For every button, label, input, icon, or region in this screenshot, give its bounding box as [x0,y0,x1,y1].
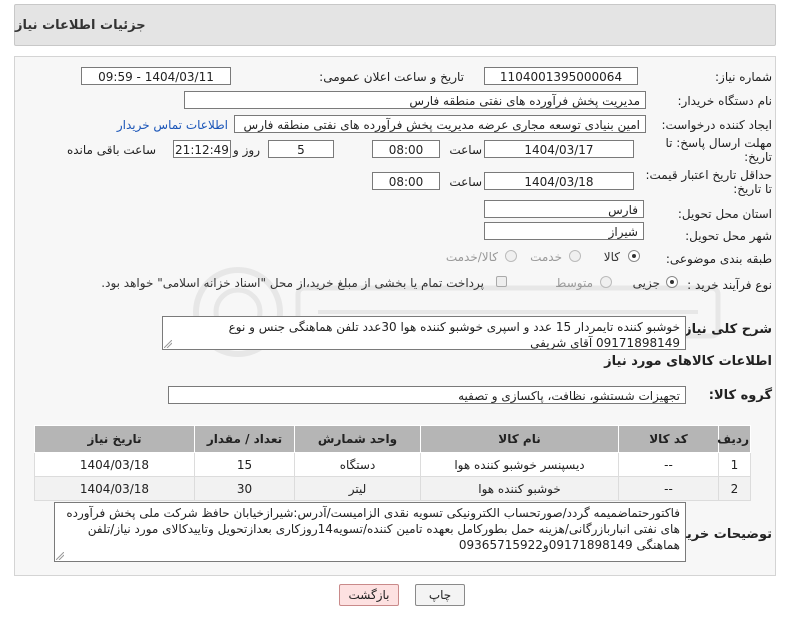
need-number-field[interactable]: 1104001395000064 [484,67,638,85]
col-header-item-code: کد کالا [618,425,719,453]
province-field[interactable]: فارس [484,200,644,218]
category-option-goods-service: کالا/خدمت [445,250,498,264]
remaining-time-field[interactable]: 21:12:49 [173,140,231,158]
announce-datetime-field[interactable]: 1404/03/11 - 09:59 [81,67,231,85]
cell-quantity: 15 [194,452,295,477]
cell-need-date: 1404/03/18 [34,452,195,477]
purchase-option-minor: جزیی [632,276,660,290]
purchase-type-label: نوع فرآیند خرید : [687,278,772,292]
category-option-service: خدمت [530,250,562,264]
purchase-option-medium: متوسط [555,276,593,290]
announce-datetime-label: تاریخ و ساعت اعلان عمومی: [319,70,464,84]
requester-label: ایجاد کننده درخواست: [661,118,772,132]
cell-item-code: -- [618,476,719,501]
cell-unit: دستگاه [294,452,421,477]
requester-field[interactable]: امین بنیادی توسعه مجاری عرضه مدیریت پخش … [234,115,646,133]
reply-deadline-date-field[interactable]: 1404/03/17 [484,140,634,158]
category-label: طبقه بندی موضوعی: [665,252,772,266]
city-label: شهر محل تحویل: [685,229,772,243]
goods-table: ردیف کد کالا نام کالا واحد شمارش تعداد /… [34,425,751,501]
back-button[interactable]: بازگشت [339,584,399,606]
cell-item-name: خوشبو کننده هوا [420,476,619,501]
goods-group-label: گروه کالا: [708,388,772,403]
purchase-radio-minor[interactable] [666,276,678,288]
price-validity-date-field[interactable]: 1404/03/18 [484,172,634,190]
overall-desc-label: شرح کلی نیاز: [678,322,772,337]
province-label: استان محل تحویل: [677,207,772,221]
col-header-unit: واحد شمارش [294,425,421,453]
page-header: جزئیات اطلاعات نیاز [14,4,776,46]
cell-item-name: دیسپنسر خوشبو کننده هوا [420,452,619,477]
buyer-contact-link[interactable]: اطلاعات تماس خریدار [117,118,228,132]
price-validity-label-line2: تا تاریخ: [733,182,772,196]
reply-days-label: روز و [233,143,260,157]
page-title: جزئیات اطلاعات نیاز [15,17,146,33]
city-field[interactable]: شیراز [484,222,644,240]
purchase-radio-medium[interactable] [600,276,612,288]
col-header-need-date: تاریخ نیاز [34,425,195,453]
cell-need-date: 1404/03/18 [34,476,195,501]
need-number-label: شماره نیاز: [715,70,772,84]
price-validity-time-label: ساعت [449,175,482,189]
treasury-payment-checkbox[interactable] [496,276,507,287]
buyer-org-field[interactable]: مدیریت پخش فرآورده های نفتی منطقه فارس [184,91,646,109]
category-radio-goods-service[interactable] [505,250,517,262]
category-radio-service[interactable] [569,250,581,262]
cell-row-number: 2 [718,476,751,501]
reply-deadline-label-line1: مهلت ارسال پاسخ: تا [665,136,772,150]
cell-quantity: 30 [194,476,295,501]
reply-days-field[interactable]: 5 [268,140,334,158]
buyer-notes-field[interactable]: فاکتورحتماضمیمه گردد/صورتحساب الکترونیکی… [54,502,686,562]
category-option-goods: کالا [603,250,620,264]
table-row[interactable]: 2 -- خوشبو کننده هوا لیتر 30 1404/03/18 [34,476,751,501]
cell-row-number: 1 [718,452,751,477]
reply-deadline-time-label: ساعت [449,143,482,157]
cell-item-code: -- [618,452,719,477]
price-validity-label-line1: حداقل تاریخ اعتبار قیمت: [645,168,772,182]
print-button[interactable]: چاپ [415,584,465,606]
col-header-quantity: تعداد / مقدار [194,425,295,453]
remaining-time-label: ساعت باقی مانده [66,143,156,157]
col-header-row-number: ردیف [717,425,751,453]
price-validity-time-field[interactable]: 08:00 [372,172,440,190]
goods-table-header: ردیف کد کالا نام کالا واحد شمارش تعداد /… [34,425,751,453]
goods-section-title: اطلاعات کالاهای مورد نیاز [604,354,772,369]
category-radio-goods[interactable] [628,250,640,262]
treasury-payment-note: پرداخت تمام یا بخشی از مبلغ خرید،از محل … [101,276,484,290]
reply-deadline-time-field[interactable]: 08:00 [372,140,440,158]
table-row[interactable]: 1 -- دیسپنسر خوشبو کننده هوا دستگاه 15 1… [34,452,751,477]
overall-desc-field[interactable]: خوشبو کننده تایمردار 15 عدد و اسپری خوشب… [162,316,686,350]
buyer-org-label: نام دستگاه خریدار: [677,94,773,108]
buyer-notes-resize-grip-icon[interactable] [56,552,64,560]
goods-group-field[interactable]: تجهیزات شستشو، نظافت، پاکسازی و تصفیه [168,386,686,404]
reply-deadline-label-line2: تاریخ: [744,150,772,164]
cell-unit: لیتر [294,476,421,501]
overall-desc-resize-grip-icon[interactable] [164,340,172,348]
col-header-item-name: نام کالا [420,425,619,453]
